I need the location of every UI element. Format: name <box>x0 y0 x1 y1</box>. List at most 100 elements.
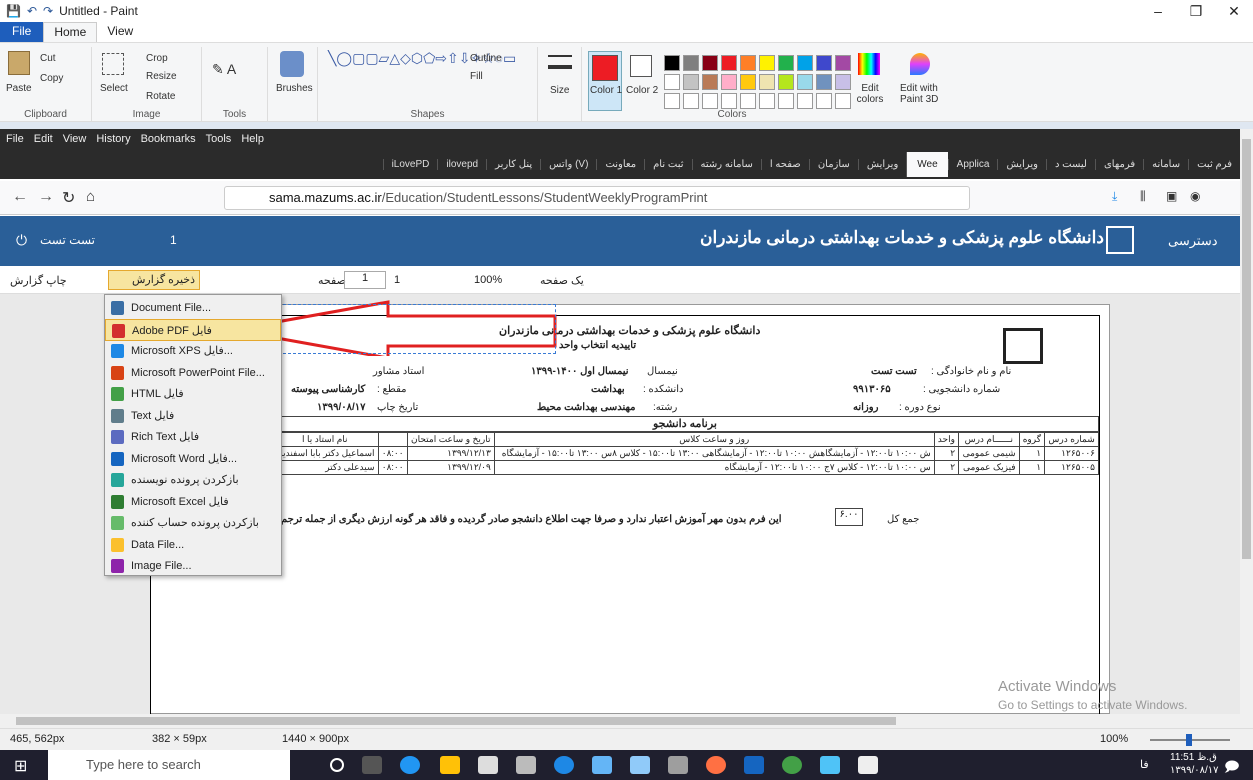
zoom-slider[interactable] <box>1150 734 1230 746</box>
one-page-button[interactable]: یک صفحه <box>540 274 584 287</box>
palette-swatch[interactable] <box>664 55 680 71</box>
export-format-item[interactable]: Microsoft XPS فایل... <box>105 340 281 362</box>
custom-swatch[interactable] <box>778 93 794 109</box>
palette-swatch[interactable] <box>759 55 775 71</box>
home-icon[interactable]: ⌂ <box>86 188 95 205</box>
edge-icon[interactable] <box>400 756 420 774</box>
account-icon[interactable]: ◉ <box>1190 189 1200 203</box>
firefox-icon[interactable] <box>706 756 726 774</box>
select-button[interactable]: Select <box>100 83 128 94</box>
undo-icon[interactable]: ↶ <box>27 4 37 18</box>
size-icon[interactable] <box>548 55 572 69</box>
export-format-item[interactable]: Image File... <box>105 555 281 577</box>
calculator-icon[interactable] <box>668 756 688 774</box>
outline-button[interactable]: Outline <box>470 53 502 64</box>
access-menu[interactable]: دسترسی <box>1168 233 1218 249</box>
forward-icon[interactable]: → <box>38 188 54 206</box>
browser-tab[interactable]: ilovepd <box>437 158 486 170</box>
file-explorer-icon[interactable] <box>440 756 460 774</box>
reload-icon[interactable]: ↻ <box>62 188 75 208</box>
browser-tab[interactable]: ویرایش <box>997 158 1045 170</box>
browser-tab[interactable]: سازمان <box>808 158 858 170</box>
tab-home[interactable]: Home <box>43 22 98 42</box>
print-report-button[interactable]: چاپ گزارش <box>10 274 67 287</box>
library-icon[interactable]: ⫼ <box>1140 189 1146 204</box>
browser-tab[interactable]: صفحه ا <box>760 158 809 170</box>
palette-swatch[interactable] <box>740 74 756 90</box>
browser-tab[interactable]: ویرایش <box>857 158 906 170</box>
resize-button[interactable]: Resize <box>146 71 177 82</box>
palette-swatch[interactable] <box>816 55 832 71</box>
color1-button[interactable]: Color 1 <box>590 85 622 96</box>
save-report-button[interactable]: ذخیره گزارش <box>108 270 200 290</box>
palette-swatch[interactable] <box>702 55 718 71</box>
store-icon[interactable] <box>478 756 498 774</box>
palette-swatch[interactable] <box>797 55 813 71</box>
custom-swatch[interactable] <box>702 93 718 109</box>
windows-start-icon[interactable]: ⊞ <box>14 756 27 776</box>
copy-button[interactable]: Copy <box>40 73 63 84</box>
clock-date[interactable]: ۱۳۹۹/۰۸/۱۷ <box>1170 765 1219 776</box>
color1-swatch[interactable] <box>592 55 618 81</box>
ie-icon[interactable] <box>554 756 574 774</box>
browser-tab[interactable]: سامانه رشته <box>691 158 761 170</box>
browser-tab[interactable]: Wee <box>906 151 948 177</box>
rotate-button[interactable]: Rotate <box>146 91 175 102</box>
select-icon[interactable] <box>102 53 124 75</box>
custom-swatch[interactable] <box>664 93 680 109</box>
notification-icon[interactable]: 🗩 <box>1224 756 1240 780</box>
menu-file[interactable]: File <box>6 133 24 145</box>
custom-swatch[interactable] <box>797 93 813 109</box>
export-format-item[interactable]: Adobe PDF فایل <box>105 318 281 341</box>
palette-swatch[interactable] <box>759 74 775 90</box>
browser-tab[interactable]: ثبت نام <box>644 158 691 170</box>
menu-view[interactable]: View <box>63 133 87 145</box>
custom-swatch[interactable] <box>816 93 832 109</box>
browser-tab[interactable]: Applica <box>947 158 998 170</box>
export-format-item[interactable]: بازکردن پرونده نویسنده <box>105 469 281 491</box>
export-format-item[interactable]: Document File... <box>105 297 281 319</box>
redo-icon[interactable]: ↷ <box>43 4 53 18</box>
browser-tab[interactable]: (V) واتس <box>540 158 596 170</box>
tab-file[interactable]: File <box>0 22 44 42</box>
page-input[interactable]: 1 <box>344 271 386 289</box>
palette-swatch[interactable] <box>778 74 794 90</box>
palette-swatch[interactable] <box>721 74 737 90</box>
palette-swatch[interactable] <box>740 55 756 71</box>
word-icon[interactable] <box>744 756 764 774</box>
fill-button[interactable]: Fill <box>470 71 483 82</box>
cortana-icon[interactable] <box>330 758 344 772</box>
custom-swatch[interactable] <box>759 93 775 109</box>
browser-tab[interactable]: سامانه <box>1143 158 1188 170</box>
export-format-item[interactable]: Rich Text فایل <box>105 426 281 448</box>
custom-swatch[interactable] <box>835 93 851 109</box>
snip-icon[interactable] <box>630 756 650 774</box>
custom-swatch[interactable] <box>740 93 756 109</box>
language-indicator[interactable]: فا <box>1140 758 1149 771</box>
export-format-item[interactable]: Microsoft Excel فایل <box>105 491 281 513</box>
palette-swatch[interactable] <box>702 74 718 90</box>
palette-swatch[interactable] <box>816 74 832 90</box>
edit-paint3d-button[interactable]: Edit with Paint 3D <box>900 83 944 105</box>
palette-swatch[interactable] <box>721 55 737 71</box>
menu-edit[interactable]: Edit <box>34 133 53 145</box>
menu-bookmarks[interactable]: Bookmarks <box>141 133 196 145</box>
custom-swatch[interactable] <box>683 93 699 109</box>
custom-swatch[interactable] <box>721 93 737 109</box>
cut-button[interactable]: Cut <box>40 53 56 64</box>
palette-swatch[interactable] <box>664 74 680 90</box>
paste-button[interactable]: Paste <box>6 83 32 94</box>
browser-tab[interactable]: فرم ثبت <box>1188 158 1240 170</box>
save-icon[interactable]: 💾 <box>6 4 21 18</box>
task-view-icon[interactable] <box>362 756 382 774</box>
messages-count[interactable]: 1 <box>170 233 177 247</box>
paste-icon[interactable] <box>8 51 30 75</box>
browser-tab[interactable]: معاونت <box>596 158 644 170</box>
export-format-item[interactable]: HTML فایل <box>105 383 281 405</box>
edit-colors-button[interactable]: Edit colors <box>854 83 886 105</box>
export-format-item[interactable]: بازکردن پرونده حساب کننده <box>105 512 281 534</box>
power-icon[interactable]: ⏻ <box>16 232 27 249</box>
palette-swatch[interactable] <box>683 55 699 71</box>
palette-swatch[interactable] <box>778 55 794 71</box>
menu-help[interactable]: Help <box>241 133 264 145</box>
